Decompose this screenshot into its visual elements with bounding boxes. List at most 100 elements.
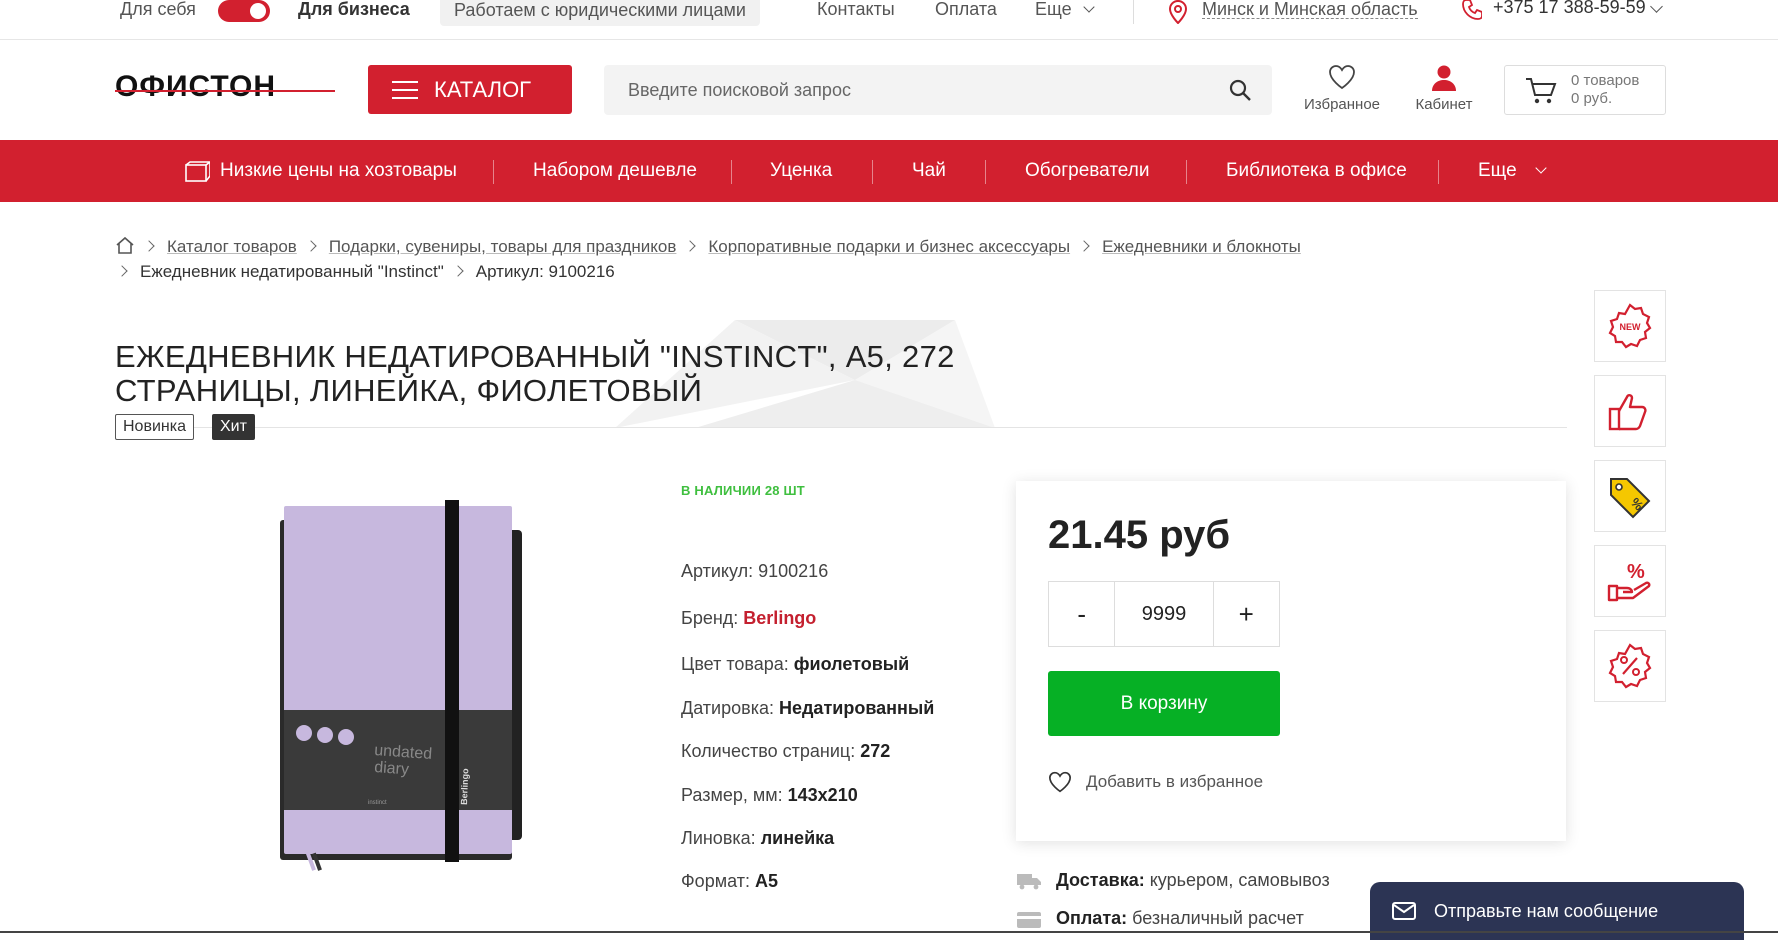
breadcrumb: Каталог товаров Подарки, сувениры, товары… — [115, 236, 1301, 257]
chevron-right-icon — [684, 240, 697, 252]
chevron-down-icon — [1082, 1, 1095, 13]
prop-article: Артикул: 9100216 — [681, 561, 828, 582]
brand-link[interactable]: Berlingo — [743, 608, 816, 628]
breadcrumb-link[interactable]: Корпоративные подарки и бизнес аксессуар… — [708, 237, 1070, 256]
cabinet-label: Кабинет — [1415, 96, 1473, 113]
phone-chevron-icon[interactable] — [1650, 0, 1663, 13]
more-menu[interactable]: Еще — [1035, 0, 1095, 19]
tag-icon: % — [1610, 478, 1651, 519]
stock-status: В НАЛИЧИИ 28 ШТ — [681, 483, 805, 498]
side-hit-button[interactable] — [1594, 375, 1666, 447]
contacts-link[interactable]: Контакты — [817, 0, 895, 18]
box-icon — [185, 161, 210, 182]
breadcrumb-link[interactable]: Ежедневники и блокноты — [1102, 237, 1301, 256]
cabinet-button[interactable]: Кабинет — [1406, 64, 1482, 113]
side-discount-button[interactable]: % — [1594, 545, 1666, 617]
cart-button[interactable]: 0 товаров 0 руб. — [1504, 65, 1666, 115]
price-box: 21.45 руб - 9999 + В корзину Добавить в … — [1016, 481, 1566, 841]
nav-item-heaters[interactable]: Обогреватели — [1025, 140, 1149, 202]
image-line-text: instinct — [368, 800, 387, 806]
more-label: Еще — [1035, 0, 1072, 19]
side-promo-button[interactable] — [1594, 630, 1666, 702]
title-area: Ежедневник недатированный "Instinct", А5… — [115, 320, 1567, 428]
discount-hand-icon: % — [1607, 561, 1651, 602]
add-to-favorites-button[interactable]: Добавить в избранное — [1048, 771, 1263, 793]
prop-label: Артикул: — [681, 561, 754, 581]
prop-ruling: Линовка: линейка — [681, 828, 834, 849]
divider — [985, 160, 986, 184]
for-business-label[interactable]: Для бизнеса — [298, 0, 410, 18]
search-input[interactable] — [604, 65, 1272, 115]
prop-value: линейка — [760, 828, 835, 848]
card-icon — [1017, 911, 1041, 928]
breadcrumb-current: Ежедневник недатированный "Instinct" — [140, 262, 444, 281]
catalog-button[interactable]: КАТАЛОГ — [368, 65, 572, 114]
prop-label: Размер, мм: — [681, 785, 783, 805]
heart-icon — [1048, 771, 1072, 793]
image-text-diary: diary — [374, 759, 410, 778]
logo[interactable]: ОФИСТОН — [115, 70, 276, 104]
prop-label: Бренд: — [681, 608, 739, 628]
prop-value: 272 — [860, 741, 891, 761]
prop-label: Формат: — [681, 871, 750, 891]
qty-plus-button[interactable]: + — [1214, 582, 1279, 646]
qty-input[interactable]: 9999 — [1114, 582, 1214, 646]
percent-badge-icon — [1608, 643, 1652, 689]
payment-info: Оплата: безналичный расчет — [1016, 908, 1304, 929]
nav-item-sets[interactable]: Набором дешевле — [533, 140, 697, 202]
cart-icon — [1526, 78, 1557, 104]
breadcrumb-link[interactable]: Каталог товаров — [167, 237, 297, 256]
prop-brand: Бренд: Berlingo — [681, 608, 816, 629]
prop-value: 9100216 — [758, 561, 829, 581]
breadcrumb-article: Артикул: 9100216 — [475, 262, 615, 281]
phone-number[interactable]: +375 17 388-59-59 — [1493, 0, 1646, 16]
nav-item-discount[interactable]: Уценка — [770, 140, 832, 202]
nav-item-library[interactable]: Библиотека в офисе — [1226, 140, 1407, 202]
region-selector[interactable]: Минск и Минская область — [1202, 0, 1418, 19]
nav-item-more[interactable]: Еще — [1478, 140, 1547, 202]
svg-text:%: % — [1627, 561, 1645, 583]
price: 21.45 руб — [1048, 513, 1231, 557]
logo-underline — [115, 90, 335, 92]
delivery-label: Доставка: — [1056, 870, 1145, 890]
badge-hit: Хит — [212, 414, 255, 440]
page-title: Ежедневник недатированный "Instinct", А5… — [115, 340, 1015, 408]
payment-link[interactable]: Оплата — [935, 0, 997, 18]
prop-label: Цвет товара: — [681, 654, 789, 674]
breadcrumb-link[interactable]: Подарки, сувениры, товары для праздников — [329, 237, 677, 256]
divider — [1438, 160, 1439, 184]
qty-minus-button[interactable]: - — [1049, 582, 1114, 646]
heart-icon — [1329, 65, 1355, 90]
prop-value: 143x210 — [787, 785, 858, 805]
prop-value: A5 — [754, 871, 778, 891]
title-line-2: страницы, линейка, фиолетовый — [115, 373, 703, 408]
product-image[interactable]: undated diary Berlingo instinct — [270, 500, 530, 880]
payment-label: Оплата: — [1056, 908, 1128, 928]
nav-item-tea[interactable]: Чай — [912, 140, 946, 202]
nav-item-household[interactable]: Низкие цены на хозтовары — [220, 140, 457, 202]
divider — [731, 160, 732, 184]
add-to-cart-button[interactable]: В корзину — [1048, 671, 1280, 736]
search-icon[interactable] — [1228, 78, 1252, 102]
favorites-button[interactable]: Избранное — [1300, 64, 1384, 113]
side-new-button[interactable]: NEW — [1594, 290, 1666, 362]
legal-entities-pill[interactable]: Работаем с юридическими лицами — [440, 0, 760, 26]
client-type-toggle[interactable] — [218, 0, 270, 22]
home-icon[interactable] — [115, 236, 135, 254]
side-sale-button[interactable]: % — [1594, 460, 1666, 532]
location-pin-icon — [1168, 0, 1188, 24]
for-self-label[interactable]: Для себя — [120, 0, 196, 18]
nav-more-label: Еще — [1478, 160, 1517, 181]
new-icon-text: NEW — [1620, 322, 1642, 332]
prop-value: Недатированный — [779, 698, 935, 718]
image-brand-text: Berlingo — [459, 768, 470, 805]
delivery-info: Доставка: курьером, самовывоз — [1016, 870, 1330, 891]
divider — [1133, 0, 1134, 24]
cart-count: 0 товаров — [1571, 72, 1640, 89]
cart-summary: 0 товаров 0 руб. — [1571, 72, 1639, 108]
prop-dating: Датировка: Недатированный — [681, 698, 934, 719]
chat-label: Отправьте нам сообщение — [1434, 900, 1659, 921]
divider — [1186, 160, 1187, 184]
prop-value: фиолетовый — [793, 654, 910, 674]
new-icon: NEW — [1608, 303, 1652, 349]
